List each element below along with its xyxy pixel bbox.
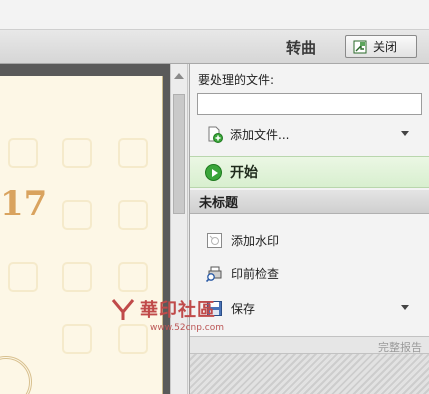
scroll-up-arrow-icon[interactable]	[174, 73, 184, 79]
hatched-footer	[190, 354, 429, 394]
page-pattern-tile	[62, 138, 92, 168]
toolbar: 转曲 关闭	[0, 30, 429, 64]
vertical-scrollbar[interactable]	[170, 64, 188, 394]
convert-panel: 要处理的文件: 添加文件... 开始 未标题 添加水印 印前检查 保存 完整报告	[189, 64, 429, 394]
close-button-label: 关闭	[373, 40, 398, 54]
start-label: 开始	[230, 165, 258, 181]
preflight-label: 印前检查	[231, 266, 280, 281]
site-watermark-text: 華印社區	[140, 300, 216, 321]
preflight-icon	[205, 265, 223, 282]
play-icon	[205, 163, 222, 181]
page-pattern-tile	[118, 262, 148, 292]
save-label: 保存	[231, 301, 256, 316]
page-pattern-tile	[62, 200, 92, 230]
site-logo-icon	[110, 296, 136, 322]
full-report-link[interactable]: 完整报告	[378, 339, 422, 355]
page-pattern-tile	[62, 324, 92, 354]
document-page: 17	[0, 76, 163, 394]
chevron-down-icon[interactable]	[401, 131, 409, 136]
top-strip	[0, 0, 429, 30]
files-label: 要处理的文件:	[198, 73, 275, 87]
page-pattern-tile	[8, 262, 38, 292]
page-number-text: 17	[0, 184, 48, 224]
page-ornament	[0, 356, 32, 394]
report-bar: 完整报告	[190, 336, 429, 354]
site-watermark-url: www.52cnp.com	[150, 323, 225, 333]
page-pattern-tile	[8, 138, 38, 168]
section-header: 未标题	[190, 190, 429, 214]
watermark-icon	[206, 232, 223, 249]
add-file-icon	[206, 126, 223, 143]
file-input[interactable]	[197, 93, 422, 115]
save-button[interactable]: 保存	[206, 298, 421, 318]
site-watermark: 華印社區	[110, 296, 216, 322]
page-pattern-tile	[118, 324, 148, 354]
add-watermark-label: 添加水印	[231, 233, 280, 248]
document-area[interactable]: 17	[0, 64, 170, 394]
add-file-label: 添加文件...	[230, 127, 290, 142]
scrollbar-thumb[interactable]	[173, 94, 185, 214]
tool-title: 转曲	[286, 39, 317, 57]
page-pattern-tile	[118, 138, 148, 168]
close-tool-icon	[353, 40, 367, 54]
section-title: 未标题	[199, 196, 239, 211]
chevron-down-icon[interactable]	[401, 305, 409, 310]
close-button[interactable]: 关闭	[345, 35, 417, 58]
add-watermark-button[interactable]: 添加水印	[206, 230, 421, 250]
page-pattern-tile	[62, 262, 92, 292]
start-button[interactable]: 开始	[190, 156, 429, 188]
page-pattern-tile	[118, 200, 148, 230]
add-file-button[interactable]: 添加文件...	[206, 124, 421, 144]
preflight-button[interactable]: 印前检查	[205, 263, 421, 283]
